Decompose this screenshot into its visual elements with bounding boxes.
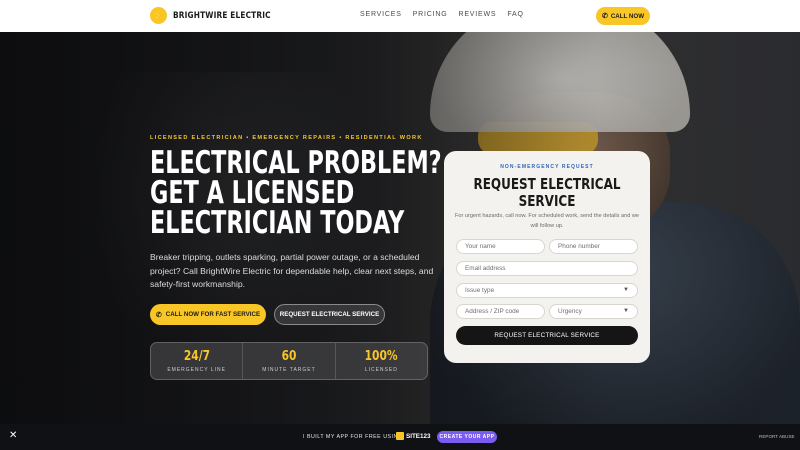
chevron-down-icon: ▼ <box>623 287 629 293</box>
built-with-text: I BUILT MY APP FOR FREE USING <box>303 434 403 440</box>
form-title-line-1: REQUEST ELECTRICAL <box>473 175 621 193</box>
form-title: REQUEST ELECTRICAL SERVICE <box>465 176 630 209</box>
stat-value: 24/7 <box>183 349 210 364</box>
call-fast-label: CALL NOW FOR FAST SERVICE <box>165 311 261 318</box>
close-icon[interactable]: ✕ <box>9 430 17 441</box>
lightning-bolt-icon: ⚡ <box>150 7 167 24</box>
site123-logo-text: SITE123 <box>406 432 431 440</box>
top-navigation: ⚡ BRIGHTWIRE ELECTRIC SERVICES PRICING R… <box>0 0 800 32</box>
service-request-form: NON-EMERGENCY REQUEST REQUEST ELECTRICAL… <box>444 151 650 363</box>
nav-link-services[interactable]: SERVICES <box>360 11 402 18</box>
site123-logo[interactable]: SITE123 <box>396 432 431 440</box>
promo-bar: ✕ I BUILT MY APP FOR FREE USING SITE123 … <box>0 424 800 450</box>
headline-line-1: ELECTRICAL PROBLEM? <box>150 145 442 181</box>
nav-link-pricing[interactable]: PRICING <box>413 11 448 18</box>
stats-strip: 24/7 EMERGENCY LINE 60 MINUTE TARGET 100… <box>150 342 428 380</box>
headline-line-3: ELECTRICIAN TODAY <box>150 205 405 241</box>
brand-logo[interactable]: ⚡ BRIGHTWIRE ELECTRIC <box>150 7 292 24</box>
stat-value: 60 <box>281 349 297 364</box>
brand-name: BRIGHTWIRE ELECTRIC <box>173 10 271 21</box>
form-title-line-2: SERVICE <box>518 191 576 210</box>
urgency-value: Urgency <box>558 308 582 315</box>
stat-label: MINUTE TARGET <box>262 367 316 373</box>
phone-icon: ✆ <box>155 311 162 319</box>
phone-input[interactable]: Phone number <box>549 239 638 254</box>
issue-type-value: Issue type <box>465 287 495 294</box>
email-input[interactable]: Email address <box>456 261 638 276</box>
nav-link-faq[interactable]: FAQ <box>507 11 523 18</box>
report-abuse-link[interactable]: REPORT ABUSE <box>759 434 795 439</box>
chevron-down-icon: ▼ <box>623 308 629 314</box>
urgency-select[interactable]: Urgency ▼ <box>549 304 638 319</box>
name-input[interactable]: Your name <box>456 239 545 254</box>
phone-icon: ✆ <box>601 13 608 20</box>
hero-eyebrow: LICENSED ELECTRICIAN • EMERGENCY REPAIRS… <box>150 135 423 141</box>
nav-link-reviews[interactable]: REVIEWS <box>458 11 496 18</box>
create-your-app-button[interactable]: CREATE YOUR APP <box>437 431 497 443</box>
stat-label: LICENSED <box>364 367 398 373</box>
stat-minute-target: 60 MINUTE TARGET <box>243 343 336 379</box>
stat-licensed: 100% LICENSED <box>336 343 427 379</box>
site123-logo-mark-icon <box>396 432 404 440</box>
form-submit-button[interactable]: REQUEST ELECTRICAL SERVICE <box>456 326 638 345</box>
call-now-fast-service-button[interactable]: ✆ CALL NOW FOR FAST SERVICE <box>150 304 266 325</box>
stat-emergency-line: 24/7 EMERGENCY LINE <box>151 343 244 379</box>
issue-type-select[interactable]: Issue type ▼ <box>456 283 638 298</box>
nav-links: SERVICES PRICING REVIEWS FAQ <box>360 11 535 18</box>
address-input[interactable]: Address / ZIP code <box>456 304 545 319</box>
form-note: For urgent hazards, call now. For schedu… <box>454 213 640 229</box>
headline-line-2: GET A LICENSED <box>150 175 355 211</box>
call-now-label: CALL NOW <box>610 12 645 20</box>
hero-description: Breaker tripping, outlets sparking, part… <box>150 252 434 289</box>
hero-headline: ELECTRICAL PROBLEM? GET A LICENSED ELECT… <box>150 145 442 241</box>
form-eyebrow: NON-EMERGENCY REQUEST <box>500 164 594 170</box>
request-service-label: REQUEST ELECTRICAL SERVICE <box>279 311 380 318</box>
call-now-button[interactable]: ✆ CALL NOW <box>596 7 650 25</box>
stat-label: EMERGENCY LINE <box>167 367 226 373</box>
request-service-button[interactable]: REQUEST ELECTRICAL SERVICE <box>274 304 385 325</box>
stat-value: 100% <box>364 349 398 364</box>
